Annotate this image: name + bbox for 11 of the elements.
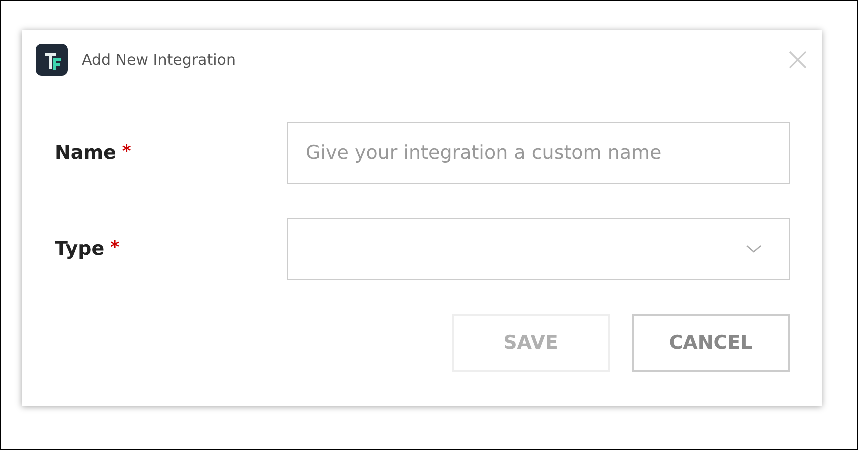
field-label: Name (55, 142, 116, 164)
close-icon[interactable] (788, 50, 808, 70)
type-dropdown[interactable] (287, 218, 790, 280)
required-mark: * (110, 238, 120, 260)
field-label: Type (55, 238, 105, 260)
name-field[interactable]: Give your integration a custom name (287, 122, 790, 184)
logo-icon (36, 44, 68, 76)
required-mark: * (122, 142, 132, 164)
cancel-button[interactable]: CANCEL (632, 314, 790, 372)
chevron-down-icon (745, 243, 763, 255)
dialog-title: Add New Integration (82, 51, 237, 69)
